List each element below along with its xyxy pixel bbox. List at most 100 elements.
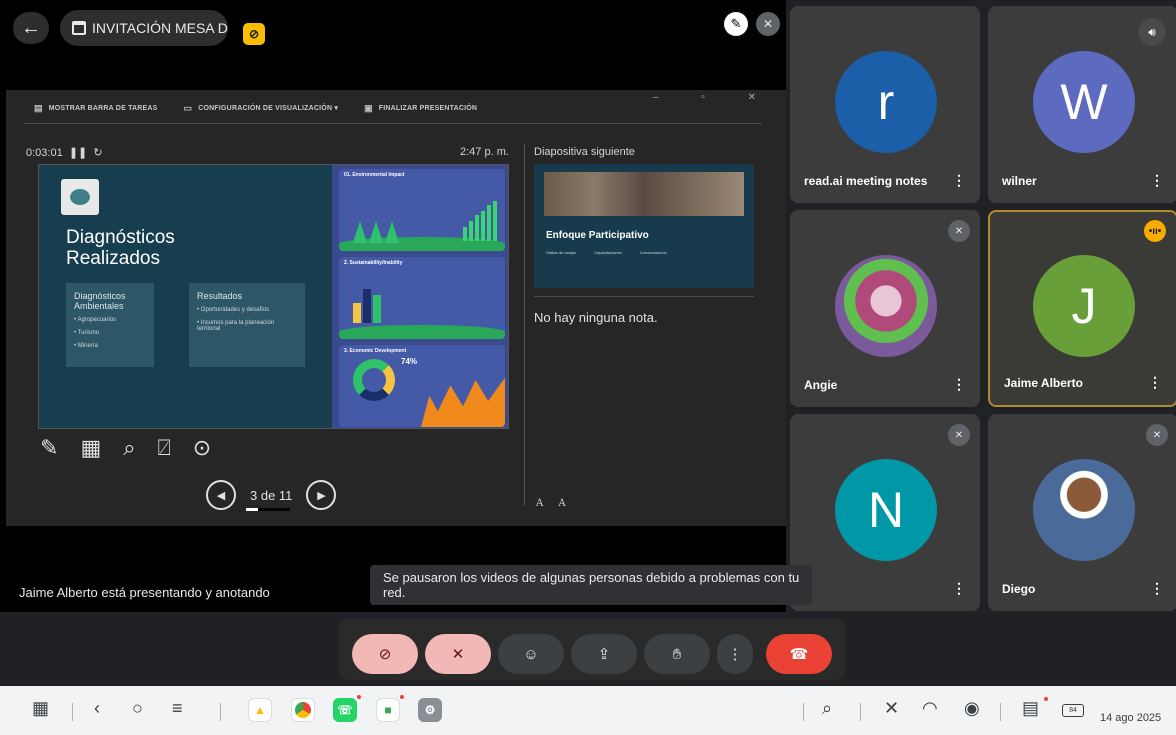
participant-tile[interactable]: ✕ Angie ⋮ [790, 210, 980, 407]
hand-icon: ✋︎ [672, 645, 682, 663]
annotation-tools: ✎ ▦ ⌕ ⍁ ⊙ [40, 435, 211, 461]
camera-toggle-button[interactable]: ⊘ [352, 634, 418, 674]
participant-tile[interactable]: r read.ai meeting notes ⋮ [790, 6, 980, 203]
notification-dot [357, 695, 361, 699]
slides-grid-icon[interactable]: ▦ [80, 435, 101, 461]
mic-toggle-button[interactable]: ✕ [425, 634, 491, 674]
meet-icon[interactable]: ■ [376, 698, 400, 722]
panel-title: 2. Sustainability/Inability [344, 260, 403, 266]
more-vert-icon[interactable]: ⋮ [952, 172, 966, 189]
divider [220, 703, 221, 721]
taskbar-icon: ▤ [34, 102, 43, 113]
show-taskbar-button[interactable]: ▤ MOSTRAR BARRA DE TAREAS [34, 103, 158, 114]
slide-left-panel: Diagnósticos Realizados Diagnósticos Amb… [39, 165, 332, 428]
more-vert-icon: ⋮ [727, 646, 743, 663]
display-settings-button[interactable]: ▭ CONFIGURACIÓN DE VISUALIZACIÓN ▾ [184, 103, 339, 114]
percent-label: 74% [401, 357, 418, 366]
zoom-icon[interactable]: ⌕ [123, 435, 135, 461]
avatar-photo [1033, 459, 1135, 561]
window-controls[interactable]: – ▫ ✕ [653, 92, 776, 103]
current-time: 2:47 p. m. [460, 146, 509, 158]
list-item: Agropecuarios [74, 317, 146, 323]
emoji-icon: ☺ [523, 645, 539, 663]
back-button[interactable]: ← [13, 12, 49, 44]
presenter-view-window: ▤ MOSTRAR BARRA DE TAREAS ▭ CONFIGURACIÓN … [6, 90, 786, 526]
present-button[interactable]: ⇪ [571, 634, 637, 674]
more-options-icon[interactable]: ⊙ [193, 435, 211, 461]
back-nav-icon[interactable]: ‹ [94, 698, 100, 719]
more-vert-icon[interactable]: ⋮ [1150, 580, 1164, 597]
present-icon: ⇪ [597, 646, 611, 663]
list-item: Conversatorios [639, 250, 667, 255]
mute-icon[interactable]: ✕ [884, 698, 899, 719]
divider [803, 703, 804, 721]
whatsapp-icon[interactable]: ☏ [333, 698, 357, 722]
search-icon[interactable]: ⌕ [822, 698, 832, 719]
donut-graphic [353, 359, 395, 401]
next-slide-items: Visitas de campo Capacitaciones Conversa… [546, 250, 667, 255]
reactions-button[interactable]: ☺ [498, 634, 564, 674]
notes-icon[interactable]: ▤ [1022, 698, 1039, 719]
meeting-title-chip[interactable]: INVITACIÓN MESA D [60, 10, 228, 46]
participant-tile[interactable]: ✕ N á ⋮ [790, 414, 980, 611]
more-options-button[interactable]: ⋮ [717, 634, 753, 674]
participant-name: read.ai meeting notes [804, 174, 928, 188]
divider [860, 703, 861, 721]
pointer-icon[interactable]: ⍁ [158, 435, 171, 461]
more-vert-icon[interactable]: ⋮ [952, 580, 966, 597]
more-vert-icon[interactable]: ⋮ [1150, 172, 1164, 189]
diagnostics-box-title: Diagnósticos Ambientales [74, 291, 126, 311]
list-item: Visitas de campo [546, 250, 577, 255]
timer-value: 0:03:01 [26, 147, 63, 159]
participant-tile-active-speaker[interactable]: •ıı• J Jaime Alberto ⋮ [988, 210, 1176, 407]
raise-hand-button[interactable]: ✋︎ [644, 634, 710, 674]
avatar: W [1033, 51, 1135, 153]
mic-off-icon: ✕ [948, 220, 970, 242]
app-grid-icon[interactable]: ▦ [32, 698, 49, 719]
more-vert-icon[interactable]: ⋮ [952, 376, 966, 393]
presentation-stage: ← INVITACIÓN MESA D ⊘ ✎ ✕ ▤ MOSTRAR BARRA… [0, 0, 786, 612]
show-taskbar-label: MOSTRAR BARRA DE TAREAS [48, 104, 158, 112]
location-icon[interactable]: ◉ [964, 698, 980, 719]
mic-off-icon: ✕ [756, 12, 780, 36]
sustainability-panel: 2. Sustainability/Inability [339, 257, 505, 339]
list-item: Oportunidades y desafíos [197, 307, 297, 313]
home-icon[interactable]: ○ [132, 698, 143, 719]
bar-graphic [463, 201, 497, 241]
participant-tile[interactable]: ✕ Diego ⋮ [988, 414, 1176, 611]
network-toast: Se pausaron los videos de algunas person… [370, 565, 812, 605]
next-slide-photo [544, 172, 744, 216]
recents-icon[interactable]: ≡ [172, 698, 183, 719]
pause-icon[interactable]: ❚❚ [69, 147, 87, 159]
avatar: N [835, 459, 937, 561]
next-slide-button[interactable]: ▶ [306, 480, 337, 510]
divider [72, 703, 73, 721]
pen-icon[interactable]: ✎ [40, 435, 58, 461]
video-off-badge-icon[interactable]: ⊘ [243, 23, 265, 45]
slide-title-line2: Realizados [66, 248, 160, 269]
mic-off-icon: ✕ [948, 424, 970, 446]
slide-infographic: 01. Environmental Impact 2. Sustainabili… [332, 165, 508, 428]
leave-call-button[interactable]: ☎ [766, 634, 832, 674]
font-size-controls[interactable]: A A [536, 498, 572, 509]
participant-tile[interactable]: 🔊︎ W wilner ⋮ [988, 6, 1176, 203]
pin-icon[interactable]: ✎ [724, 12, 748, 36]
prev-icon: ◀ [216, 489, 226, 502]
wifi-icon[interactable]: ◠ [922, 698, 938, 719]
more-vert-icon[interactable]: ⋮ [1148, 374, 1162, 391]
meeting-title: INVITACIÓN MESA D [92, 20, 228, 36]
next-slide-title: Enfoque Participativo [546, 230, 649, 241]
previous-slide-button[interactable]: ◀ [206, 480, 236, 510]
list-item: Minería [74, 343, 146, 349]
restart-icon[interactable]: ↻ [93, 147, 102, 159]
chrome-icon[interactable] [291, 698, 315, 722]
drive-icon[interactable]: ▲ [248, 698, 272, 722]
settings-icon[interactable]: ⚙ [418, 698, 442, 722]
end-show-button[interactable]: ▣ FINALIZAR PRESENTACIÓN [364, 103, 477, 114]
end-show-label: FINALIZAR PRESENTACIÓN [378, 104, 478, 112]
panel-title: 3. Economic Development [344, 348, 407, 354]
panel-title: 01. Environmental Impact [344, 172, 405, 178]
volume-icon[interactable]: 🔊︎ [1138, 18, 1166, 46]
slide-title: Diagnósticos Realizados [66, 227, 175, 269]
next-slide-preview[interactable]: Enfoque Participativo Visitas de campo C… [534, 164, 754, 288]
